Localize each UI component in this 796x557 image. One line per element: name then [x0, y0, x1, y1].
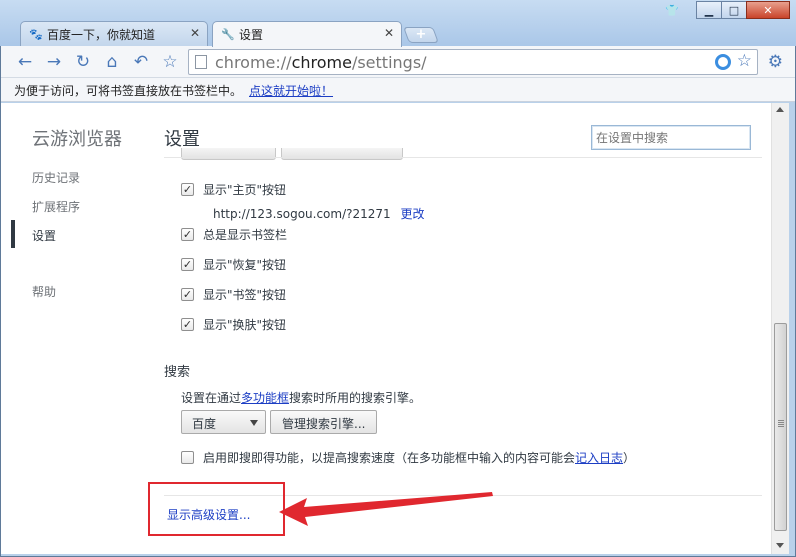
maximize-button[interactable]: □	[721, 1, 747, 19]
vertical-scrollbar[interactable]	[771, 103, 789, 554]
omnibox-link[interactable]: 多功能框	[241, 391, 289, 405]
search-section-title: 搜索	[164, 365, 191, 380]
option-label: 显示"换肤"按钮	[203, 318, 287, 332]
minimize-button[interactable]: ▁	[696, 1, 722, 19]
checkbox-checked[interactable]: ✓	[181, 318, 194, 331]
scroll-up-arrow-icon[interactable]	[776, 107, 784, 112]
toolbar: ← → ↻ ⌂ ↶ ☆ chrome://chrome/settings/ ☆ …	[1, 46, 795, 78]
reload-icon[interactable]: ↻	[73, 52, 93, 72]
undo-restore-icon[interactable]: ↶	[131, 52, 151, 72]
scrolled-buttons	[181, 148, 408, 160]
option-label: 总是显示书签栏	[203, 228, 288, 242]
annotation-highlight-box	[148, 482, 285, 536]
change-home-link[interactable]: 更改	[401, 207, 425, 221]
address-bar[interactable]: chrome://chrome/settings/ ☆	[188, 49, 758, 75]
back-arrow-icon[interactable]: ←	[15, 52, 35, 72]
scroll-down-arrow-icon[interactable]	[776, 543, 784, 548]
checkbox-unchecked[interactable]	[181, 451, 194, 464]
checkbox-checked[interactable]: ✓	[181, 183, 194, 196]
show-home-option[interactable]: ✓ 显示"主页"按钮	[181, 181, 286, 198]
log-link[interactable]: 记入日志	[575, 449, 623, 466]
manage-search-engines-button[interactable]: 管理搜索引擎...	[270, 410, 378, 434]
search-section-desc: 设置在通过多功能框搜索时所用的搜索引擎。	[181, 391, 422, 405]
close-tab-icon[interactable]: ✕	[384, 26, 394, 40]
sidebar-item-extensions[interactable]: 扩展程序	[32, 198, 80, 215]
home-url: http://123.sogou.com/?21271	[213, 207, 391, 221]
bookmark-bar: 为便于访问，可将书签直接放在书签栏中。 点这就开始啦！	[1, 78, 795, 102]
option-label: 显示"主页"按钮	[203, 183, 287, 197]
bookmark-star-icon[interactable]: ☆	[160, 52, 180, 72]
baidu-paw-icon: 🐾	[29, 27, 43, 41]
annotation-arrow	[279, 492, 493, 526]
new-tab-button[interactable]: +	[403, 27, 439, 43]
search-engine-select[interactable]: 百度	[181, 410, 266, 434]
option-label: 启用即搜即得功能，以提高搜索速度（在多功能框中输入的内容可能会	[203, 451, 576, 465]
header-divider	[164, 157, 762, 158]
checkbox-checked[interactable]: ✓	[181, 258, 194, 271]
tab-baidu[interactable]: 🐾 百度一下，你就知道 ✕	[20, 21, 208, 46]
annotation-arrow-shape	[279, 492, 493, 526]
sidebar-item-help[interactable]: 帮助	[32, 283, 56, 300]
url-text: chrome://chrome/settings/	[215, 53, 427, 72]
checkbox-checked[interactable]: ✓	[181, 228, 194, 241]
show-skin-option[interactable]: ✓ 显示"换肤"按钮	[181, 316, 286, 333]
show-bookmark-button-option[interactable]: ✓ 显示"书签"按钮	[181, 286, 286, 303]
close-window-button[interactable]: ✕	[746, 1, 790, 19]
home-url-row: http://123.sogou.com/?21271 更改	[213, 205, 425, 222]
sidebar-brand: 云游浏览器	[32, 129, 122, 150]
forward-arrow-icon[interactable]: →	[44, 52, 64, 72]
grip-icon	[778, 422, 784, 423]
star-icon[interactable]: ☆	[737, 51, 752, 71]
show-restore-option[interactable]: ✓ 显示"恢复"按钮	[181, 256, 286, 273]
page-icon	[195, 55, 207, 69]
option-label: 显示"恢复"按钮	[203, 258, 287, 272]
scrollbar-thumb[interactable]	[774, 323, 787, 531]
active-nav-marker	[11, 220, 15, 248]
instant-search-option[interactable]: 启用即搜即得功能，以提高搜索速度（在多功能框中输入的内容可能会 记入日志）	[181, 449, 635, 466]
option-label: 显示"书签"按钮	[203, 288, 287, 302]
always-show-bookmarks-option[interactable]: ✓ 总是显示书签栏	[181, 226, 287, 243]
tab-settings[interactable]: 🔧 设置 ✕	[212, 21, 402, 47]
wrench-icon: 🔧	[221, 27, 235, 41]
checkbox-checked[interactable]: ✓	[181, 288, 194, 301]
sidebar-item-settings[interactable]: 设置	[32, 227, 56, 244]
home-icon[interactable]: ⌂	[102, 52, 122, 72]
tab-title: 百度一下，你就知道	[47, 27, 156, 42]
settings-search-input[interactable]	[591, 125, 751, 150]
skin-shirt-icon[interactable]: 👕	[664, 3, 680, 17]
tab-title: 设置	[239, 28, 264, 42]
search-engine-icon[interactable]	[715, 54, 731, 70]
partial-button[interactable]	[181, 148, 276, 160]
sidebar-item-history[interactable]: 历史记录	[32, 169, 80, 186]
settings-page: 云游浏览器 历史记录 扩展程序 设置 帮助 设置 ✓ 显示"主页"按钮 http…	[1, 103, 771, 554]
bookmark-bar-text: 为便于访问，可将书签直接放在书签栏中。	[14, 84, 243, 98]
selected-engine: 百度	[192, 417, 217, 431]
window-controls: ▁ □ ✕	[696, 1, 790, 19]
settings-wrench-icon[interactable]: ⚙	[768, 52, 783, 72]
window-bottom-edge	[1, 554, 795, 556]
plus-icon: +	[415, 27, 427, 42]
partial-button[interactable]	[281, 148, 403, 160]
close-tab-icon[interactable]: ✕	[190, 26, 200, 40]
chevron-down-icon	[250, 420, 258, 426]
bookmark-bar-link[interactable]: 点这就开始啦！	[249, 82, 333, 99]
tab-strip: 👕 ▁ □ ✕ 🐾 百度一下，你就知道 ✕ 🔧 设置 ✕ +	[0, 0, 796, 47]
